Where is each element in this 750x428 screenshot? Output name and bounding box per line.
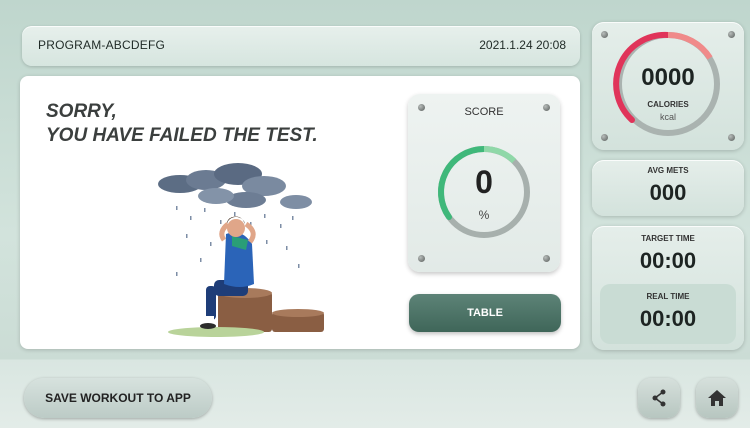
target-time-value: 00:00 — [639, 248, 697, 273]
home-button[interactable] — [696, 378, 738, 418]
save-workout-button[interactable]: SAVE WORKOUT TO APP — [24, 378, 212, 418]
date-time: 2021.1.24 20:08 — [479, 38, 566, 52]
avg-mets-panel: AVG METS 000 — [592, 160, 744, 216]
time-panel: TARGET TIME 00:00 REAL TIME 00:00 — [592, 226, 744, 350]
result-message: SORRY, YOU HAVE FAILED THE TEST. — [46, 100, 318, 148]
calories-panel: 0000 CALORIES kcal — [592, 22, 744, 150]
table-button[interactable]: TABLE — [409, 294, 561, 332]
avg-mets-label: AVG METS — [647, 166, 689, 175]
result-line-1: SORRY, — [46, 101, 117, 122]
score-value: 0 — [475, 164, 493, 200]
home-icon — [708, 390, 726, 406]
screw-icon — [418, 255, 425, 262]
real-time-label: REAL TIME — [646, 292, 690, 301]
result-line-2: YOU HAVE FAILED THE TEST. — [46, 125, 318, 146]
score-unit: % — [478, 208, 490, 222]
share-button[interactable] — [638, 378, 680, 418]
share-icon — [652, 389, 666, 407]
target-time-label: TARGET TIME — [641, 234, 695, 243]
result-card: SORRY, YOU HAVE FAILED THE TEST. SCORE 0… — [20, 76, 580, 349]
score-label: SCORE — [464, 106, 504, 118]
failed-illustration — [158, 163, 324, 337]
header-bar: PROGRAM-ABCDEFG 2021.1.24 20:08 — [22, 26, 580, 66]
avg-mets-value: 000 — [649, 180, 687, 205]
score-card: SCORE 0 % — [408, 94, 560, 272]
calories-value: 0000 — [641, 64, 695, 91]
real-time-box: REAL TIME 00:00 — [600, 284, 736, 344]
screw-icon — [728, 31, 735, 38]
screw-icon — [601, 134, 608, 141]
program-name: PROGRAM-ABCDEFG — [38, 38, 166, 52]
screw-icon — [728, 134, 735, 141]
calories-label: CALORIES — [647, 100, 689, 109]
real-time-value: 00:00 — [639, 306, 697, 331]
calories-unit: kcal — [659, 112, 676, 122]
rain-cloud-icon — [158, 163, 312, 209]
screw-icon — [601, 31, 608, 38]
screw-icon — [543, 255, 550, 262]
